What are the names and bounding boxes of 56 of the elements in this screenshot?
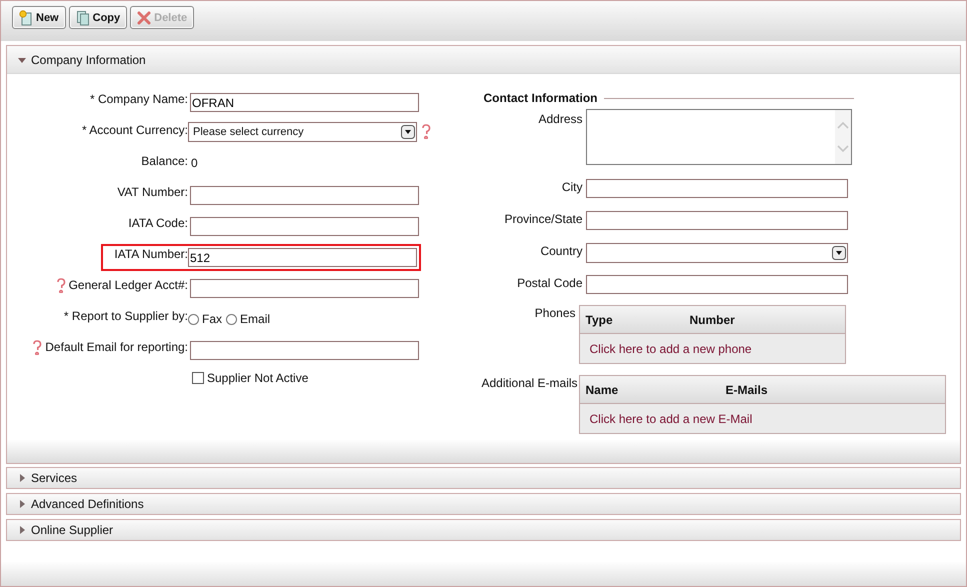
group-title: Contact Information: [484, 91, 598, 105]
radio-option[interactable]: Email: [226, 312, 270, 326]
address-field[interactable]: [586, 109, 852, 165]
section-header[interactable]: Company Information: [7, 46, 960, 74]
help-icon[interactable]: [32, 340, 42, 355]
collapsed-triangle-icon: [18, 474, 26, 482]
field-label: * Report to Supplier by:: [64, 309, 188, 323]
field-label: Country: [539, 243, 582, 258]
text-field[interactable]: [190, 217, 419, 236]
section-header[interactable]: Advanced Definitions: [7, 494, 960, 514]
text-field[interactable]: [586, 179, 848, 198]
column-header: Number: [690, 312, 735, 326]
text-field[interactable]: [190, 186, 419, 205]
field-label: Province/State: [503, 211, 582, 226]
column-header: Type: [586, 312, 614, 326]
text-field[interactable]: 512: [188, 248, 417, 267]
field-label: Balance:: [141, 154, 188, 168]
field-label: General Ledger Acct#:: [68, 278, 188, 292]
add-link[interactable]: Click here to add a new phone: [590, 342, 752, 356]
delete-x-icon: [137, 10, 152, 24]
field-label: Postal Code: [516, 275, 582, 290]
column-header: E-Mails: [726, 382, 768, 396]
column-header: Name: [586, 382, 620, 396]
field-label: * Account Currency:: [82, 123, 188, 137]
field-label: * Company Name:: [90, 92, 188, 106]
collapsed-triangle-icon: [18, 526, 26, 534]
text-field[interactable]: [190, 341, 419, 360]
add-link[interactable]: Click here to add a new E-Mail: [590, 412, 752, 426]
field-label: City: [560, 179, 582, 194]
scrollbar[interactable]: [834, 110, 850, 164]
help-icon[interactable]: [421, 124, 431, 139]
toolbar-button[interactable]: New: [12, 6, 66, 29]
section-header[interactable]: Online Supplier: [7, 520, 960, 540]
new-document-icon: [19, 10, 33, 26]
currency-dropdown[interactable]: Please select currency: [188, 122, 417, 142]
section-header[interactable]: Services: [7, 468, 960, 488]
radio-option[interactable]: Fax: [188, 312, 222, 326]
expanded-triangle-icon: [18, 56, 26, 64]
field-label: VAT Number:: [117, 185, 188, 199]
text-field[interactable]: [586, 275, 848, 294]
field-label: Additional E-mails: [482, 375, 576, 390]
text-field[interactable]: [190, 279, 419, 298]
text-field[interactable]: [586, 211, 848, 230]
country-dropdown[interactable]: [586, 243, 848, 263]
field-label: Phones: [534, 305, 576, 320]
help-icon[interactable]: [56, 278, 66, 293]
toolbar-button[interactable]: Copy: [68, 6, 128, 29]
text-field[interactable]: OFRAN: [190, 93, 419, 112]
field-label: Address: [537, 111, 582, 126]
balance-value: 0: [190, 155, 198, 170]
field-label: Default Email for reporting:: [45, 340, 188, 354]
field-label: IATA Code:: [128, 216, 188, 230]
checkbox-option[interactable]: Supplier Not Active: [188, 370, 308, 385]
collapsed-triangle-icon: [18, 500, 26, 508]
field-label: IATA Number:: [114, 247, 188, 261]
copy-icon: [76, 10, 90, 26]
